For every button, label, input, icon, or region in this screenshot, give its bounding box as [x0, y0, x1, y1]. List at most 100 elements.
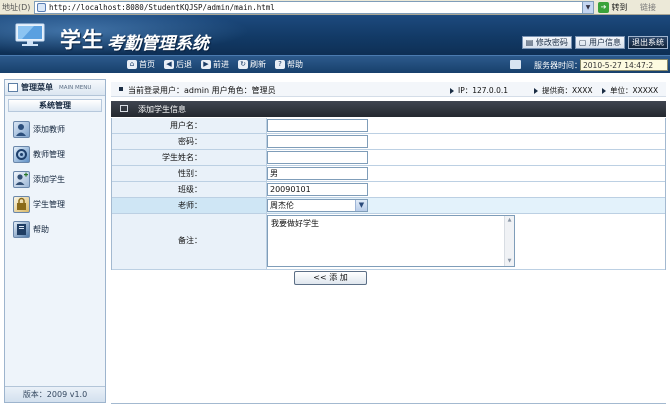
student-name-input[interactable] [267, 151, 368, 164]
teacher-cell: 周杰伦 ▼ [267, 198, 665, 213]
toolbar-refresh[interactable]: ↻ 刷新 [238, 59, 266, 70]
toolbar-help[interactable]: ? 帮助 [275, 59, 303, 70]
ip-info: IP：127.0.0.1 [450, 85, 508, 96]
bullet-icon [119, 87, 123, 91]
remark-textarea[interactable]: 我要做好学生 ▲ ▼ [267, 215, 515, 267]
change-password-label: 修改密码 [535, 38, 568, 47]
class-label: 班级： [112, 182, 267, 197]
form-row-class: 班级： 20090101 [112, 182, 665, 198]
menu-icon [8, 83, 18, 92]
change-password-button[interactable]: ▤ 修改密码 [521, 36, 572, 49]
add-student-icon [13, 171, 30, 188]
textarea-scrollbar[interactable]: ▲ ▼ [504, 216, 514, 266]
server-time-label: 服务器时间： [534, 61, 582, 70]
url-input[interactable]: http://localhost:8080/StudentKQJSP/admin… [34, 1, 594, 14]
home-icon: ⌂ [127, 60, 137, 69]
sidebar-item-teacher-manage[interactable]: 教师管理 [5, 142, 105, 167]
monitor-logo-icon [15, 23, 45, 46]
app-banner: 学生 考勤管理系统 ▤ 修改密码 ▢ 用户信息 退出系统 [0, 15, 670, 55]
app-title-part1: 学生 [60, 28, 104, 52]
remark-label: 备注： [112, 214, 267, 269]
form-panel-header: 添加学生信息 [111, 101, 666, 117]
go-button[interactable]: ➔ 转到 [598, 1, 634, 14]
username-cell [267, 118, 665, 133]
remark-cell: 我要做好学生 ▲ ▼ [267, 214, 665, 269]
class-input[interactable]: 20090101 [267, 183, 368, 196]
refresh-icon: ↻ [238, 60, 248, 69]
password-cell [267, 134, 665, 149]
add-teacher-icon [13, 121, 30, 138]
form-row-password: 密码： [112, 134, 665, 150]
logout-button[interactable]: 退出系统 [628, 36, 668, 49]
user-info-label: 用户信息 [589, 38, 621, 47]
help-icon: ? [275, 60, 285, 69]
password-label: 密码： [112, 134, 267, 149]
help-book-icon [13, 221, 30, 238]
go-arrow-icon: ➔ [598, 2, 609, 13]
sidebar-item-student-manage[interactable]: 学生管理 [5, 192, 105, 217]
arrow-icon [534, 88, 538, 94]
toolbar-home[interactable]: ⌂ 首页 [127, 59, 155, 70]
teacher-selected-value: 周杰伦 [270, 201, 294, 210]
form-row-gender: 性别： 男 [112, 166, 665, 182]
add-button[interactable]: << 添 加 [294, 271, 367, 285]
forward-icon: ▶ [201, 60, 211, 69]
toolbar-refresh-label: 刷新 [250, 60, 266, 69]
url-text: http://localhost:8080/StudentKQJSP/admin… [49, 3, 275, 12]
server-time-value: 2010-5-27 14:47:2 [580, 59, 668, 71]
teacher-manage-icon [13, 146, 30, 163]
user-icon: ▢ [578, 38, 587, 47]
provider-text: 提供商：XXXX [542, 86, 593, 95]
form-title: 添加学生信息 [138, 105, 186, 114]
server-icon [510, 60, 521, 69]
password-input[interactable] [267, 135, 368, 148]
gender-input[interactable]: 男 [267, 167, 368, 180]
current-user-info: 当前登录用户：admin 用户角色：管理员 [128, 86, 276, 95]
sidebar-title: 管理菜单 [21, 83, 53, 92]
scroll-down-icon[interactable]: ▼ [506, 258, 513, 265]
sidebar-item-add-student[interactable]: 添加学生 [5, 167, 105, 192]
chevron-down-icon[interactable]: ▼ [355, 200, 367, 211]
form-row-remark: 备注： 我要做好学生 ▲ ▼ [112, 214, 665, 270]
scroll-up-icon[interactable]: ▲ [506, 217, 513, 224]
ip-text: IP：127.0.0.1 [458, 86, 509, 95]
go-label: 转到 [611, 3, 628, 12]
nav-toolbar: ⌂ 首页 ◀ 后退 ▶ 前进 ↻ 刷新 ? 帮助 服务器时间： 2010-5-2… [0, 55, 670, 73]
links-button[interactable]: 链接 [640, 2, 656, 13]
student-name-label: 学生姓名： [112, 150, 267, 165]
sidebar: 管理菜单 MAIN MENU 系统管理 添加教师 教师管理 添加学生 学生管理 … [4, 79, 106, 403]
sidebar-item-help[interactable]: 帮助 [5, 217, 105, 242]
url-dropdown-icon[interactable]: ▼ [582, 2, 593, 13]
teacher-label: 老师： [112, 198, 267, 213]
session-info-bar: 当前登录用户：admin 用户角色：管理员 IP：127.0.0.1 提供商：X… [111, 82, 666, 97]
sidebar-item-label: 学生管理 [33, 200, 65, 209]
toolbar-forward[interactable]: ▶ 前进 [201, 59, 229, 70]
version-label: 版本：2009 v1.0 [5, 386, 105, 402]
form-row-teacher: 老师： 周杰伦 ▼ [112, 198, 665, 214]
sidebar-section-system[interactable]: 系统管理 [8, 99, 102, 112]
sidebar-menu: 添加教师 教师管理 添加学生 学生管理 帮助 [5, 117, 105, 242]
page-icon [37, 3, 46, 12]
add-student-form: 用户名： 密码： 学生姓名： 性别： 男 班级： 20090101 老师： 周杰… [111, 118, 666, 270]
gender-cell: 男 [267, 166, 665, 181]
student-manage-icon [13, 196, 30, 213]
sidebar-item-add-teacher[interactable]: 添加教师 [5, 117, 105, 142]
content-bottom-border [111, 403, 666, 404]
toolbar-back[interactable]: ◀ 后退 [164, 59, 192, 70]
toolbar-home-label: 首页 [139, 60, 155, 69]
toolbar-back-label: 后退 [176, 60, 192, 69]
toolbar-help-label: 帮助 [287, 60, 303, 69]
user-info-button[interactable]: ▢ 用户信息 [574, 36, 625, 49]
form-row-student-name: 学生姓名： [112, 150, 665, 166]
logout-label: 退出系统 [632, 38, 664, 47]
arrow-icon [450, 88, 454, 94]
sidebar-item-label: 教师管理 [33, 150, 65, 159]
sidebar-item-label: 添加学生 [33, 175, 65, 184]
address-label: 地址(D) [2, 3, 31, 12]
teacher-select[interactable]: 周杰伦 ▼ [267, 199, 368, 212]
unit-text: 单位：XXXXX [610, 86, 659, 95]
username-input[interactable] [267, 119, 368, 132]
provider-info: 提供商：XXXX [534, 85, 593, 96]
sidebar-title-en: MAIN MENU [59, 84, 92, 91]
username-label: 用户名： [112, 118, 267, 133]
